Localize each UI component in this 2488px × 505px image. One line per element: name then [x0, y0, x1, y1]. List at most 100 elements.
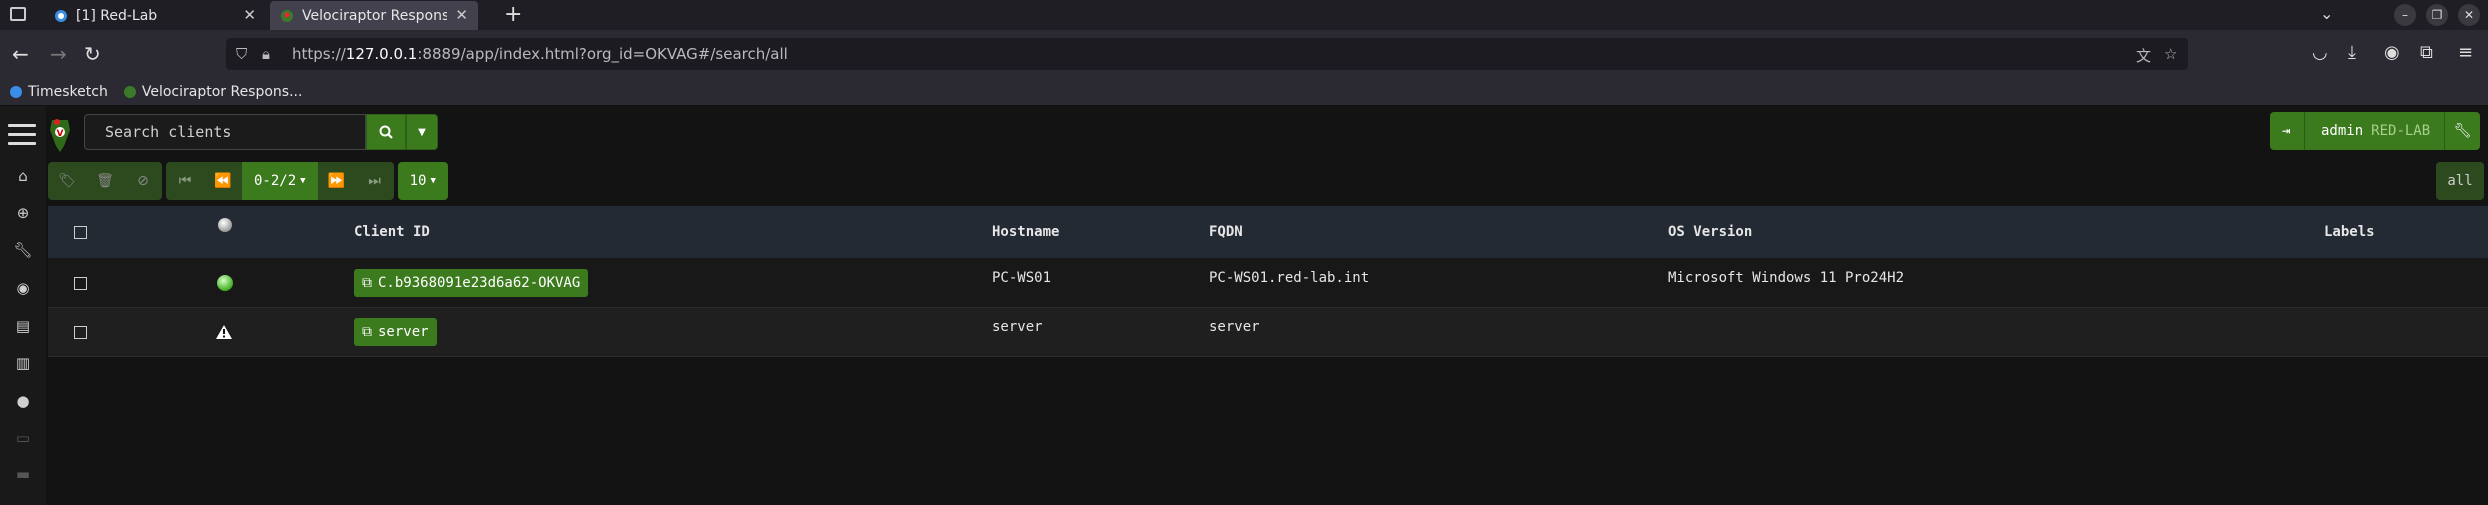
hamburger-menu-icon[interactable] — [8, 124, 36, 146]
page-range-dropdown[interactable]: 0-2/2 ▼ — [242, 162, 318, 200]
pocket-icon[interactable]: ◡ — [2312, 42, 2328, 63]
bookmark-timesketch[interactable]: Timesketch — [10, 84, 108, 100]
bookmark-velociraptor[interactable]: Velociraptor Respons... — [123, 83, 303, 100]
url-text[interactable]: https://127.0.0.1:8889/app/index.html?or… — [292, 45, 788, 63]
row-checkbox[interactable] — [74, 326, 87, 339]
external-link-icon: ⧉ — [362, 324, 372, 340]
velociraptor-favicon-icon — [281, 9, 293, 22]
home-icon[interactable]: ⌂ — [13, 166, 33, 186]
velociraptor-app: ⌂ ⊕ 🔧︎ ◉ ▤ ▥ ● ▭ ▬ V ▼ ⇥ admin RED-LAB 🔧… — [0, 106, 2488, 505]
url-bar[interactable]: ⛉ 🔒︎ https://127.0.0.1:8889/app/index.ht… — [226, 38, 2188, 70]
svg-text:V: V — [57, 129, 64, 139]
browser-tab-red-lab[interactable]: [1] Red-Lab ✕ — [50, 1, 266, 30]
hostname-cell: server — [992, 319, 1043, 335]
ban-icon[interactable]: ⊘ — [124, 162, 162, 200]
bookmark-star-icon[interactable]: ☆ — [2164, 45, 2177, 63]
translate-icon[interactable]: 文 — [2136, 45, 2151, 66]
hostname-cell: PC-WS01 — [992, 270, 1052, 286]
warning-icon — [216, 325, 232, 339]
online-status-icon — [217, 275, 233, 291]
search-button[interactable] — [366, 114, 406, 150]
filter-all-button[interactable]: all — [2436, 162, 2484, 200]
client-id: C.b9368091e23d6a62-OKVAG — [378, 275, 581, 291]
minimize-button[interactable]: – — [2394, 4, 2416, 26]
tab-title: [1] Red-Lab — [76, 7, 158, 24]
window-controls: – ❐ ✕ — [2394, 0, 2488, 30]
user-settings-wrench-icon[interactable]: 🔧︎ — [2444, 112, 2480, 150]
status-header-icon — [218, 218, 232, 232]
column-header-client-id[interactable]: Client ID — [354, 224, 430, 240]
column-header-hostname[interactable]: Hostname — [992, 224, 1059, 240]
select-all-checkbox[interactable] — [74, 226, 87, 239]
page-size: 10 — [409, 173, 427, 189]
clients-toolbar: 🏷︎ 🗑︎ ⊘ ⏮ ⏪ 0-2/2 ▼ ⏩ ⏭ 10 ▼ — [48, 162, 448, 200]
shield-icon[interactable]: ⛉ — [236, 45, 247, 63]
org-name: RED-LAB — [2371, 123, 2431, 139]
trash-icon[interactable]: 🗑︎ — [86, 162, 124, 200]
search-input[interactable] — [84, 114, 366, 150]
lock-icon[interactable]: 🔒︎ — [262, 45, 270, 63]
tab-title: Velociraptor Response an — [302, 7, 447, 24]
timesketch-favicon-icon — [55, 9, 67, 22]
tag-icon[interactable]: 🏷︎ — [48, 162, 86, 200]
column-header-os-version[interactable]: OS Version — [1668, 224, 1752, 240]
next-page-icon[interactable]: ⏩ — [318, 162, 356, 200]
tab-overview-icon[interactable] — [10, 7, 26, 21]
laptop-icon[interactable]: ▭ — [13, 428, 33, 448]
timesketch-favicon-icon — [10, 85, 22, 98]
last-page-icon[interactable]: ⏭ — [356, 162, 394, 200]
close-icon[interactable]: ✕ — [243, 6, 256, 24]
browser-tab-velociraptor[interactable]: Velociraptor Response an ✕ — [270, 1, 478, 30]
first-page-icon[interactable]: ⏮ — [166, 162, 204, 200]
page-range: 0-2/2 — [254, 173, 297, 189]
column-header-fqdn[interactable]: FQDN — [1209, 224, 1243, 240]
bulk-actions-group: 🏷︎ 🗑︎ ⊘ — [48, 162, 162, 200]
close-window-button[interactable]: ✕ — [2458, 4, 2480, 26]
previous-page-icon[interactable]: ⏪ — [204, 162, 242, 200]
search-options-dropdown[interactable]: ▼ — [406, 114, 438, 150]
menu-icon[interactable]: ≡ — [2458, 42, 2473, 63]
logout-icon[interactable]: ⇥ — [2282, 123, 2304, 139]
search-icon — [379, 125, 393, 139]
pagination: ⏮ ⏪ 0-2/2 ▼ ⏩ ⏭ — [166, 162, 394, 200]
eye-icon[interactable]: ◉ — [13, 278, 33, 298]
velociraptor-favicon-icon — [123, 85, 136, 98]
username: admin — [2321, 123, 2364, 139]
url-prefix: https:// — [292, 45, 346, 63]
folder-icon[interactable]: ▬ — [13, 464, 33, 484]
external-link-icon: ⧉ — [362, 275, 372, 291]
table-row[interactable]: ⧉ C.b9368091e23d6a62-OKVAG PC-WS01 PC-WS… — [48, 258, 2488, 308]
new-tab-button[interactable]: + — [504, 2, 522, 27]
url-rest: :8889/app/index.html?org_id=OKVAG#/searc… — [417, 45, 788, 63]
close-icon[interactable]: ✕ — [455, 6, 468, 24]
fqdn-cell: PC-WS01.red-lab.int — [1209, 270, 1370, 286]
server-icon[interactable]: ▤ — [13, 316, 33, 336]
bookmark-label: Velociraptor Respons... — [141, 83, 303, 100]
velociraptor-logo: V — [50, 119, 70, 152]
browser-navbar: ← → ↻ ⛉ 🔒︎ https://127.0.0.1:8889/app/in… — [0, 30, 2488, 78]
user-menu[interactable]: ⇥ admin RED-LAB 🔧︎ — [2270, 112, 2480, 150]
browser-tab-bar: [1] Red-Lab ✕ Velociraptor Response an ✕… — [0, 0, 2488, 30]
forward-button[interactable]: → — [50, 42, 67, 66]
bookmarks-bar: Timesketch Velociraptor Respons... — [0, 78, 2488, 106]
crosshair-icon[interactable]: ⊕ — [13, 203, 33, 223]
account-icon[interactable]: ◉ — [2384, 42, 2400, 63]
back-button[interactable]: ← — [12, 42, 29, 66]
caret-down-icon: ▼ — [418, 126, 426, 138]
download-icon[interactable]: ⤓ — [2348, 42, 2356, 63]
table-header: Client ID Hostname FQDN OS Version Label… — [48, 206, 2488, 258]
row-checkbox[interactable] — [74, 277, 87, 290]
wrench-icon[interactable]: 🔧︎ — [13, 240, 33, 260]
restore-button[interactable]: ❐ — [2426, 4, 2448, 26]
user-icon[interactable]: ● — [13, 391, 33, 411]
page-size-dropdown[interactable]: 10 ▼ — [397, 162, 448, 200]
reload-button[interactable]: ↻ — [84, 42, 101, 66]
client-id-button[interactable]: ⧉ C.b9368091e23d6a62-OKVAG — [354, 269, 589, 297]
client-id-button[interactable]: ⧉ server — [354, 318, 437, 346]
column-header-labels[interactable]: Labels — [2324, 224, 2375, 240]
table-row[interactable]: ⧉ server server server — [48, 308, 2488, 357]
chevron-down-icon[interactable]: ⌄ — [2320, 4, 2333, 23]
book-icon[interactable]: ▥ — [13, 353, 33, 373]
url-host: 127.0.0.1 — [345, 45, 418, 63]
extensions-icon[interactable]: ⧉ — [2420, 42, 2433, 63]
